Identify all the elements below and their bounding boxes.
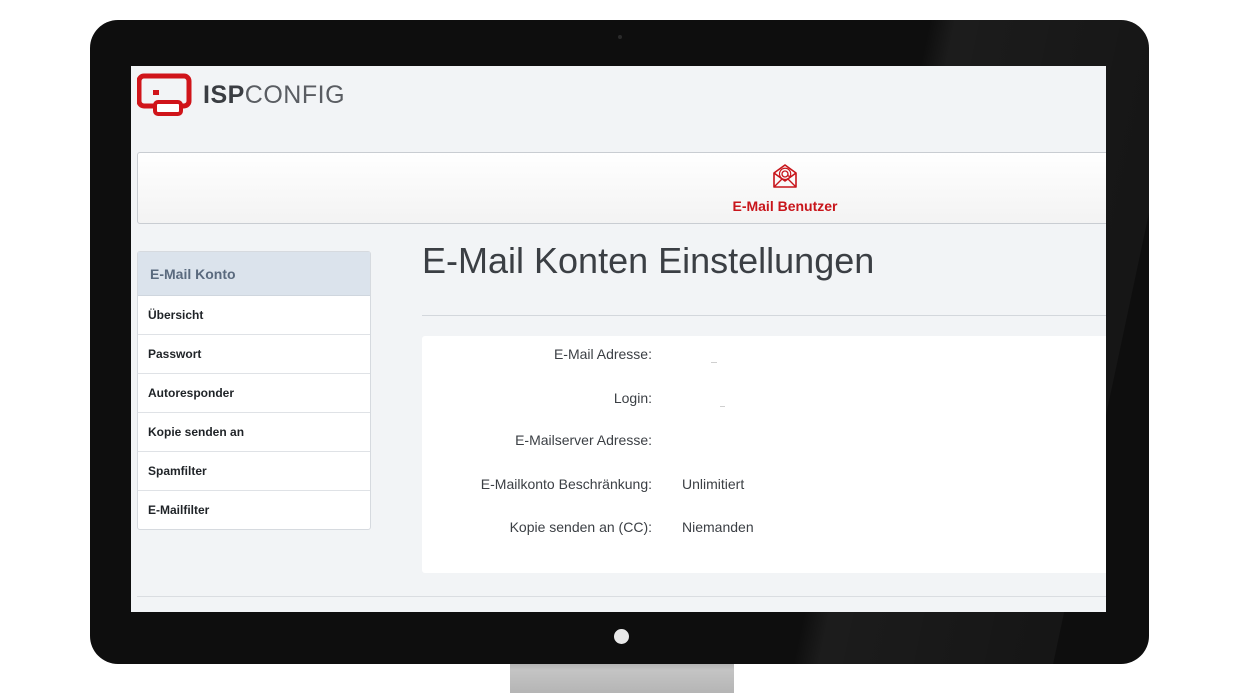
field-value: Niemanden: [682, 519, 754, 535]
sidebar: E-Mail Konto Übersicht Passwort Autoresp…: [137, 251, 371, 530]
field-label: E-Mailserver Adresse:: [515, 432, 652, 448]
logo-icon: [136, 72, 195, 118]
sidebar-item-kopie-senden-an[interactable]: Kopie senden an: [138, 412, 370, 451]
sidebar-item-spamfilter[interactable]: Spamfilter: [138, 451, 370, 490]
field-label: E-Mailkonto Beschränkung:: [480, 476, 652, 492]
title-divider: [422, 315, 1106, 316]
redacted-value: [711, 362, 717, 363]
sidebar-header: E-Mail Konto: [138, 252, 370, 296]
sidebar-item-passwort[interactable]: Passwort: [138, 334, 370, 373]
field-row-cc: Kopie senden an (CC): Niemanden: [422, 519, 1106, 543]
field-row-email-address: E-Mail Adresse:: [422, 346, 1106, 370]
module-tab-email-user[interactable]: E-Mail Benutzer: [723, 163, 847, 219]
sidebar-item-emailfilter[interactable]: E-Mailfilter: [138, 490, 370, 529]
sidebar-item-autoresponder[interactable]: Autoresponder: [138, 373, 370, 412]
footer-divider: [137, 596, 1106, 597]
page-title: E-Mail Konten Einstellungen: [422, 240, 875, 281]
power-button: [614, 629, 629, 644]
field-label: E-Mail Adresse:: [553, 346, 652, 362]
logo-wordmark: ISP CONFIG: [203, 81, 345, 110]
envelope-at-icon: [772, 163, 798, 194]
field-label: Login:: [613, 390, 652, 406]
logo-text-light: CONFIG: [244, 80, 346, 109]
field-row-quota: E-Mailkonto Beschränkung: Unlimitiert: [422, 476, 1106, 500]
field-value: Unlimitiert: [682, 476, 745, 492]
logo-text-bold: ISP: [203, 80, 245, 109]
ispconfig-logo[interactable]: ISP CONFIG: [136, 72, 345, 118]
monitor-frame: ISPCONFIG E-Mail Benutzer E-Mail Konto: [90, 20, 1149, 664]
field-label: Kopie senden an (CC):: [509, 519, 652, 535]
screen: ISPCONFIG E-Mail Benutzer E-Mail Konto: [131, 66, 1106, 612]
field-row-login: Login:: [422, 390, 1106, 414]
settings-panel: E-Mail Adresse: Login: E-Mailserver Adre…: [422, 336, 1106, 573]
redacted-value: [720, 406, 725, 407]
module-bar: E-Mail Benutzer: [137, 152, 1106, 224]
sidebar-item-uebersicht[interactable]: Übersicht: [138, 296, 370, 334]
field-row-mailserver-address: E-Mailserver Adresse:: [422, 432, 1106, 456]
module-tab-label: E-Mail Benutzer: [732, 198, 838, 214]
webcam-dot: [618, 35, 622, 39]
